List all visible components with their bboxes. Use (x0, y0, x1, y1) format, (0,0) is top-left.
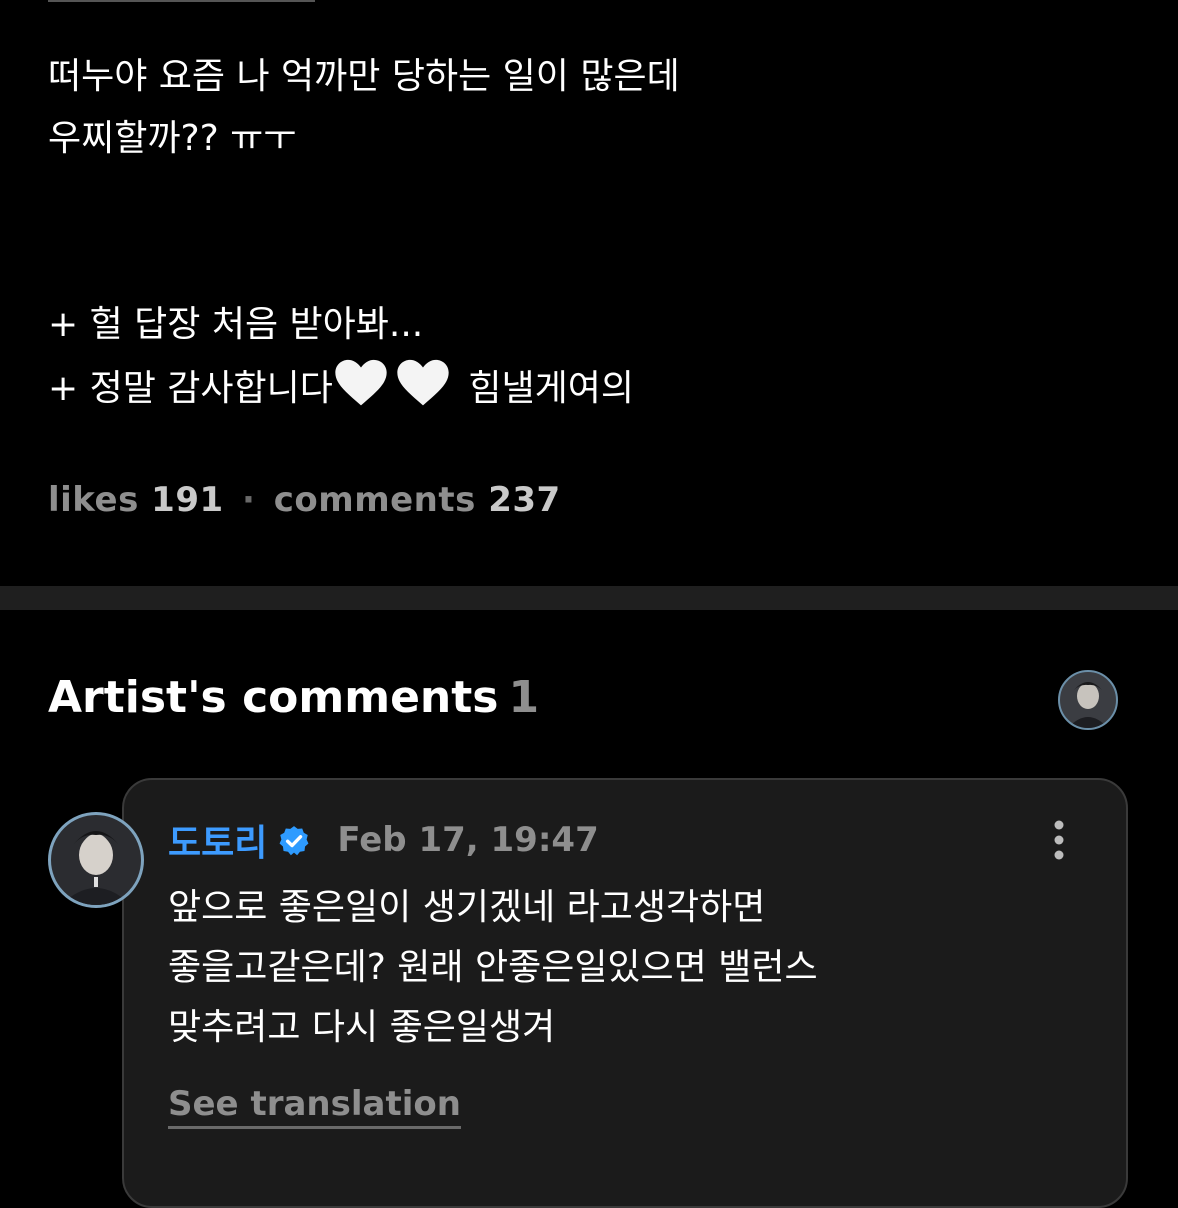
post-blank-line (48, 170, 1128, 232)
comment-author-name[interactable]: 도토리 (168, 814, 267, 866)
avatar-portrait-icon (1068, 682, 1108, 728)
artist-comments-count: 1 (508, 672, 540, 723)
comment-text: 앞으로 좋은일이 생기겠네 라고생각하면 좋을고같은데? 원래 안좋은일있으면 … (168, 878, 1068, 1058)
post-stats: likes 191 · comments 237 (48, 480, 561, 520)
post-line-6-suffix: 힘낼게여의 (468, 368, 634, 409)
comment-line-1: 앞으로 좋은일이 생기겠네 라고생각하면 (168, 887, 766, 928)
comment-line-2: 좋을고같은데? 원래 안좋은일있으면 밸런스 (168, 947, 818, 988)
comments-count: 237 (488, 480, 561, 520)
likes-count: 191 (151, 480, 224, 520)
white-heart-icon (335, 359, 387, 406)
top-divider-line (48, 0, 315, 2)
more-options-icon[interactable] (1048, 818, 1070, 864)
white-heart-icon (397, 359, 449, 406)
post-line-5: + 헐 답장 처음 받아봐... (48, 304, 424, 345)
post-blank-line (48, 232, 1128, 294)
post-body: 떠누야 요즘 나 억까만 당하는 일이 많은데 우찌할까?? ㅠㅜ + 헐 답장… (48, 46, 1128, 418)
comment-header: 도토리 Feb 17, 19:47 (168, 814, 599, 866)
post-line-2: 우찌할까?? ㅠㅜ (48, 118, 297, 159)
likes-label: likes (48, 480, 139, 520)
post-line-6-text: + 정말 감사합니다 (48, 368, 333, 409)
artist-comments-heading: Artist's comments 1 (48, 672, 539, 723)
section-divider (0, 586, 1178, 610)
avatar-portrait-icon (61, 831, 131, 905)
post-line-1: 떠누야 요즘 나 억까만 당하는 일이 많은데 (48, 56, 680, 97)
artist-avatar[interactable] (1058, 670, 1118, 730)
comment-timestamp: Feb 17, 19:47 (337, 820, 599, 860)
see-translation-link[interactable]: See translation (168, 1084, 461, 1129)
post-line-6: + 정말 감사합니다 힘낼게여의 (48, 356, 1128, 418)
comments-label: comments (273, 480, 476, 520)
stats-separator: · (241, 480, 256, 520)
comment-line-3: 맞추려고 다시 좋은일생겨 (168, 1007, 556, 1048)
comment-author-avatar[interactable] (48, 812, 144, 908)
artist-comments-title: Artist's comments (48, 672, 499, 723)
verified-badge-icon (279, 826, 309, 856)
